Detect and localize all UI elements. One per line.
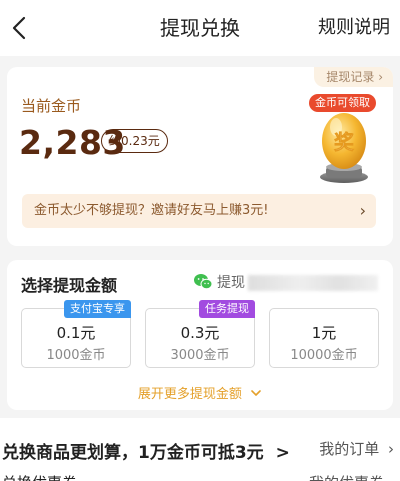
invite-friends-banner[interactable]: 金币太少不够提现？邀请好友马上赚3元! › <box>22 194 376 228</box>
masked-account <box>248 275 378 291</box>
withdraw-amount-card: 选择提现金额 提现 支付宝专享 0.1元 1000金币 任务提现 0.3元 30… <box>7 260 393 410</box>
option-coins: 1000金币 <box>46 348 106 363</box>
chevron-down-icon <box>251 390 261 396</box>
alipay-exclusive-tag: 支付宝专享 <box>64 300 131 318</box>
task-withdraw-tag: 任务提现 <box>199 300 255 318</box>
egg-glyph: 奖 <box>334 130 355 154</box>
withdraw-record-link[interactable]: 提现记录 › <box>314 67 393 87</box>
chevron-right-icon: › <box>388 440 394 458</box>
exchange-section: 兑换商品更划算，1万金币可抵3元 > 我的订单 › 兑换优惠券 我的优惠券 <box>0 418 400 481</box>
my-coupons-tab[interactable]: 我的优惠券 <box>309 472 384 481</box>
navbar: 提现兑换 规则说明 <box>0 0 400 56</box>
chevron-right-icon: > <box>275 443 290 463</box>
option-coins: 3000金币 <box>170 348 230 363</box>
expand-more-amounts-button[interactable]: 展开更多提现金额 <box>7 383 393 402</box>
chevron-right-icon: › <box>359 201 366 220</box>
wechat-icon <box>194 274 213 290</box>
option-price: 1元 <box>311 324 337 342</box>
option-coins: 10000金币 <box>290 348 358 363</box>
wechat-label: 提现 <box>217 275 245 291</box>
golden-egg-icon: 奖 <box>320 113 368 183</box>
golden-egg-button[interactable]: 金币可领取 奖 <box>299 89 389 185</box>
expand-label: 展开更多提现金额 <box>137 387 242 402</box>
withdraw-option-0-3[interactable]: 任务提现 0.3元 3000金币 <box>145 300 255 368</box>
exchange-title-text: 兑换商品更划算，1万金币可抵3元 <box>2 443 264 463</box>
withdraw-amount-title: 选择提现金额 <box>21 276 118 295</box>
my-orders-link[interactable]: 我的订单 › <box>319 438 394 459</box>
invite-text: 金币太少不够提现？邀请好友马上赚3元! <box>34 203 269 218</box>
current-coins-label: 当前金币 <box>21 97 82 115</box>
coin-value-badge: 约0.23元 <box>101 129 168 153</box>
coins-claimable-badge: 金币可领取 <box>309 94 376 112</box>
exchange-goods-link[interactable]: 兑换商品更划算，1万金币可抵3元 > <box>2 438 290 463</box>
withdraw-option-0-1[interactable]: 支付宝专享 0.1元 1000金币 <box>21 300 131 368</box>
option-price: 0.3元 <box>180 324 220 342</box>
withdraw-record-label: 提现记录 <box>326 70 375 84</box>
rules-link[interactable]: 规则说明 <box>318 14 390 42</box>
option-price: 0.1元 <box>56 324 96 342</box>
chevron-right-icon: › <box>378 70 383 84</box>
withdraw-option-1[interactable]: 1元 10000金币 <box>269 308 379 368</box>
coins-card: 提现记录 › 当前金币 2,283 约0.23元 金币可领取 奖 金币太少不够提… <box>7 67 393 246</box>
exchange-coupons-tab[interactable]: 兑换优惠券 <box>2 472 77 481</box>
my-orders-label: 我的订单 <box>319 440 380 458</box>
